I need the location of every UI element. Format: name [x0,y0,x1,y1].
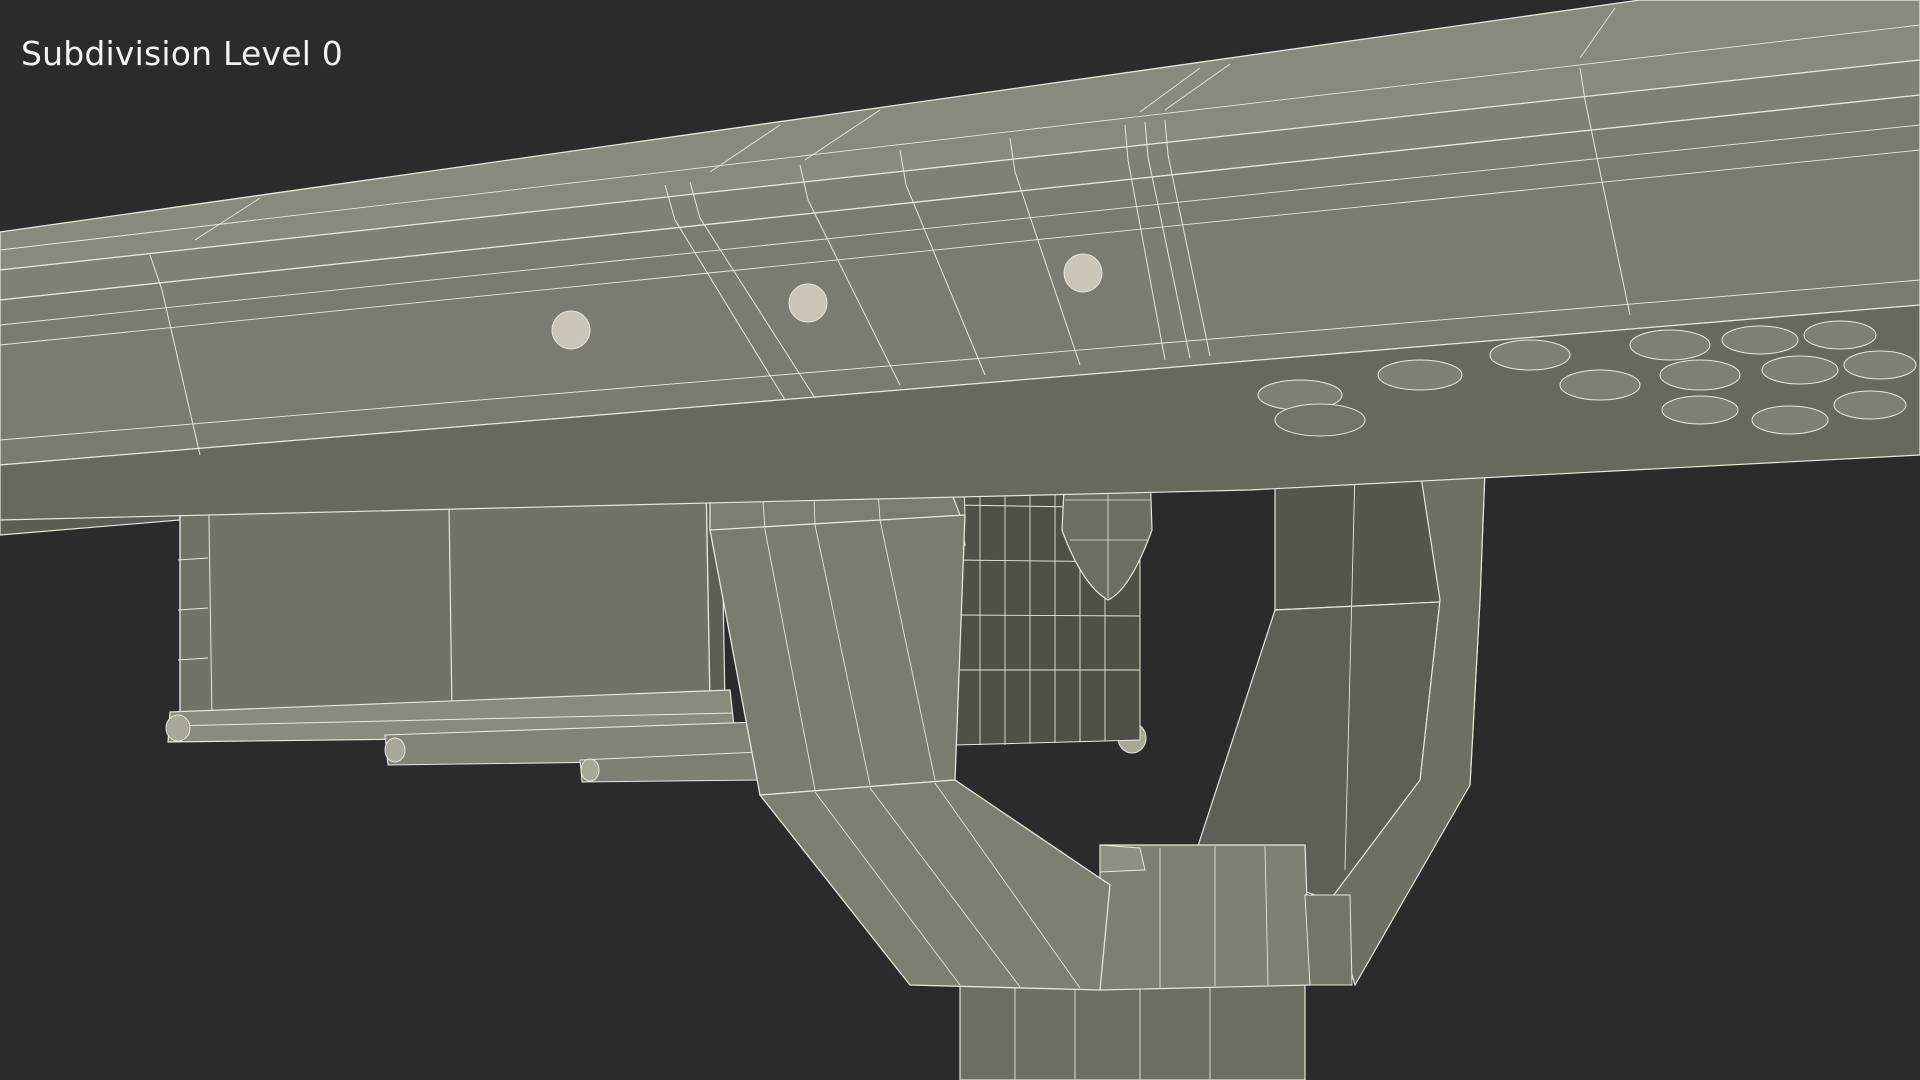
rail-end-cap [580,758,600,782]
led-dome [1721,325,1799,355]
bolt [551,310,591,350]
led-dome [1843,350,1917,380]
hub-clamp-top [1099,844,1146,873]
led-dome [1274,403,1366,437]
led-dome [1803,320,1877,350]
3d-viewport[interactable]: Subdivision Level 0 [0,0,1920,1080]
rail-end-cap [384,737,406,763]
wireframe-render [0,0,1920,1080]
hub-ring [1304,894,1353,986]
led-dome [1489,339,1571,371]
bolt [1063,253,1103,293]
led-dome [1659,359,1741,391]
led-dome [1751,405,1829,435]
led-dome [1377,359,1463,391]
bolt [788,283,828,323]
led-dome [1761,355,1839,385]
led-dome [1559,369,1641,401]
rail-end-cap [165,714,191,742]
led-dome [1661,395,1739,425]
subdivision-level-label: Subdivision Level 0 [21,34,343,73]
pole [959,979,1306,1080]
led-dome [1629,329,1711,361]
led-dome [1833,390,1907,420]
